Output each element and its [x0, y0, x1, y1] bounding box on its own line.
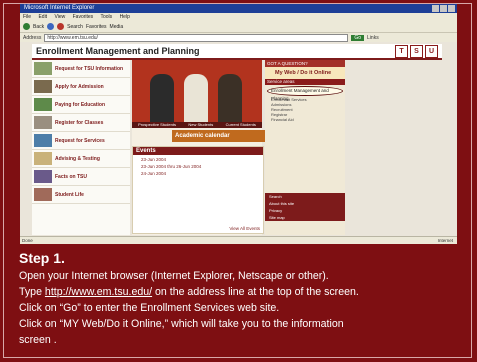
go-button[interactable]: Go	[351, 34, 365, 41]
sitemap-link[interactable]: Site map	[265, 214, 345, 221]
student-figure	[150, 74, 174, 122]
instruction-line-5: screen .	[19, 334, 57, 346]
tab-prospective-students[interactable]: Prospective Students	[138, 122, 176, 128]
close-icon[interactable]	[448, 5, 455, 12]
right-sidebar: GOT A QUESTION? My Web / Do it Online Se…	[265, 60, 345, 235]
window-title: Microsoft Internet Explorer	[24, 5, 95, 11]
left-navigation: Request for TSU Information Apply for Ad…	[32, 60, 130, 235]
nav-thumbnail	[34, 152, 52, 165]
center-content: Prospective Students New Students Curren…	[132, 60, 265, 235]
event-item[interactable]: 24-Jun 2004	[141, 171, 260, 176]
event-item[interactable]: 23-Jun 2004 thru 26-Jun 2004	[141, 164, 260, 169]
nav-item[interactable]: Facts on TSU	[32, 168, 130, 186]
nav-thumbnail	[34, 134, 52, 147]
nav-thumbnail	[34, 62, 52, 75]
service-areas-heading: Service areas	[265, 79, 345, 85]
menu-tools[interactable]: Tools	[100, 14, 112, 20]
maximize-icon[interactable]	[440, 5, 447, 12]
instruction-line-2: Type http://www.em.tsu.edu/ on the addre…	[19, 284, 471, 300]
minimize-icon[interactable]	[432, 5, 439, 12]
nav-item[interactable]: Register for Classes	[32, 114, 130, 132]
status-text: Done	[22, 238, 33, 243]
nav-thumbnail	[34, 170, 52, 183]
address-input[interactable]: http://www.em.tsu.edu/	[44, 33, 349, 42]
search-button[interactable]: Search	[67, 24, 83, 30]
browser-screenshot: Microsoft Internet Explorer File Edit Vi…	[20, 4, 457, 244]
academic-calendar-link[interactable]: Academic calendar	[172, 130, 265, 142]
got-a-question[interactable]: GOT A QUESTION?	[265, 60, 345, 67]
browser-title-bar: Microsoft Internet Explorer	[20, 4, 457, 13]
menu-file[interactable]: File	[23, 14, 31, 20]
window-controls	[432, 5, 455, 12]
browser-status-bar: Done Internet	[20, 236, 457, 244]
browser-menu-bar: File Edit View Favorites Tools Help	[20, 13, 457, 21]
student-figure	[218, 74, 242, 122]
back-button[interactable]: Back	[33, 24, 44, 30]
my-web-do-it-online-link[interactable]: My Web / Do it Online	[265, 67, 345, 79]
nav-item[interactable]: Apply for Admission	[32, 78, 130, 96]
instruction-line-1: Open your Internet browser (Internet Exp…	[19, 270, 329, 282]
about-link[interactable]: About this site	[265, 200, 345, 207]
instruction-line-2-end: on the address line at the top of the sc…	[152, 286, 359, 298]
site-header: Enrollment Management and Planning T S U	[32, 44, 442, 60]
nav-item[interactable]: Request for TSU Information	[32, 60, 130, 78]
web-page: Enrollment Management and Planning T S U…	[20, 42, 457, 244]
student-tabs: Prospective Students New Students Curren…	[132, 122, 262, 128]
students-photo	[132, 60, 262, 122]
nav-item[interactable]: Student Life	[32, 186, 130, 204]
forward-arrow-icon[interactable]	[47, 23, 55, 30]
search-link[interactable]: Search	[265, 193, 345, 200]
menu-view[interactable]: View	[54, 14, 65, 20]
internet-zone: Internet	[437, 238, 453, 243]
events-panel: Events 23-Jun 2004 23-Jun 2004 thru 26-J…	[132, 146, 264, 234]
links-label[interactable]: Links	[367, 35, 379, 41]
favorites-button[interactable]: Favorites	[86, 24, 107, 30]
nav-item[interactable]: Paying for Education	[32, 96, 130, 114]
logo-letter-s: S	[410, 45, 423, 58]
instruction-line-3: Click on “Go” to enter the Enrollment Se…	[19, 302, 280, 314]
service-link[interactable]: Financial Aid	[265, 117, 345, 122]
nav-thumbnail	[34, 80, 52, 93]
nav-item[interactable]: Advising & Testing	[32, 150, 130, 168]
utility-links: Search About this site Privacy Site map	[265, 193, 345, 221]
nav-thumbnail	[34, 188, 52, 201]
view-all-events-link[interactable]: View All Events	[229, 226, 260, 231]
events-heading: Events	[133, 147, 263, 155]
logo-letter-t: T	[395, 45, 408, 58]
nav-item[interactable]: Request for Services	[32, 132, 130, 150]
site-title: Enrollment Management and Planning	[36, 46, 200, 56]
tab-new-students[interactable]: New Students	[188, 122, 213, 128]
menu-edit[interactable]: Edit	[38, 14, 47, 20]
tab-current-students[interactable]: Current Students	[226, 122, 256, 128]
address-label: Address	[23, 34, 42, 41]
browser-toolbar: Back Search Favorites Media	[20, 21, 457, 33]
instruction-line-2-start: Type	[19, 286, 45, 298]
instruction-line-4: Click on “MY Web/Do it Online,” which wi…	[19, 318, 344, 330]
menu-help[interactable]: Help	[120, 14, 130, 20]
stop-icon[interactable]	[57, 23, 65, 30]
site-url-link[interactable]: http://www.em.tsu.edu/	[45, 286, 152, 298]
service-highlight-link[interactable]: Enrollment Management and Planning	[267, 86, 343, 101]
tsu-logo[interactable]: T S U	[395, 45, 438, 58]
media-button[interactable]: Media	[110, 24, 124, 30]
logo-letter-u: U	[425, 45, 438, 58]
student-figure	[184, 74, 208, 122]
step-title: Step 1.	[19, 250, 65, 266]
instructions: Open your Internet browser (Internet Exp…	[19, 268, 471, 348]
nav-thumbnail	[34, 98, 52, 111]
back-arrow-icon[interactable]	[23, 23, 30, 30]
privacy-link[interactable]: Privacy	[265, 207, 345, 214]
menu-favorites[interactable]: Favorites	[73, 14, 94, 20]
nav-thumbnail	[34, 116, 52, 129]
event-item[interactable]: 23-Jun 2004	[141, 157, 260, 162]
